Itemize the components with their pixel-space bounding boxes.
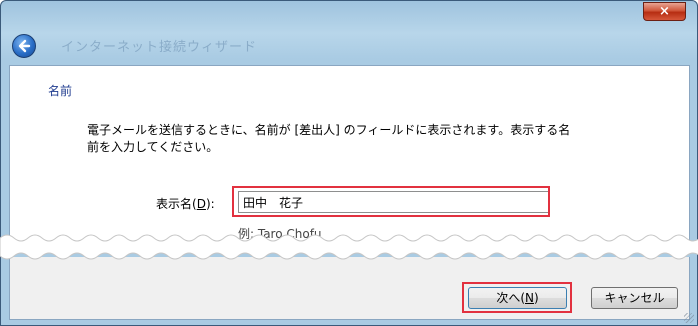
- page-heading: 名前: [48, 84, 73, 98]
- next-button[interactable]: 次へ(N): [468, 287, 567, 309]
- torn-edge-divider: [0, 234, 698, 260]
- next-label-suffix: ): [533, 291, 539, 305]
- wizard-window: × インターネット接続ウィザード 名前 電子メールを送信するときに、名前が [差…: [0, 0, 698, 326]
- wizard-footer: 次へ(N) キャンセル: [9, 257, 690, 320]
- window-title: インターネット接続ウィザード: [61, 40, 258, 55]
- back-button[interactable]: [12, 34, 36, 58]
- title-bar: × インターネット接続ウィザード: [1, 1, 697, 65]
- description-text: 電子メールを送信するときに、名前が [差出人] のフィールドに表示されます。表示…: [87, 123, 571, 154]
- next-label-prefix: 次へ(: [496, 291, 525, 305]
- wizard-content: 名前 電子メールを送信するときに、名前が [差出人] のフィールドに表示されます…: [9, 65, 690, 251]
- display-name-accesskey: D: [196, 197, 206, 211]
- display-name-input[interactable]: [238, 191, 549, 213]
- close-button[interactable]: ×: [643, 2, 686, 21]
- close-icon: ×: [659, 4, 670, 19]
- next-accesskey: N: [525, 291, 534, 305]
- display-name-label-suffix: ):: [205, 197, 215, 211]
- resize-grip-icon[interactable]: [684, 313, 694, 323]
- display-name-label-prefix: 表示名(: [156, 197, 197, 211]
- back-arrow-icon: [18, 39, 31, 53]
- cancel-button[interactable]: キャンセル: [591, 287, 678, 309]
- display-name-label: 表示名(D):: [156, 195, 215, 212]
